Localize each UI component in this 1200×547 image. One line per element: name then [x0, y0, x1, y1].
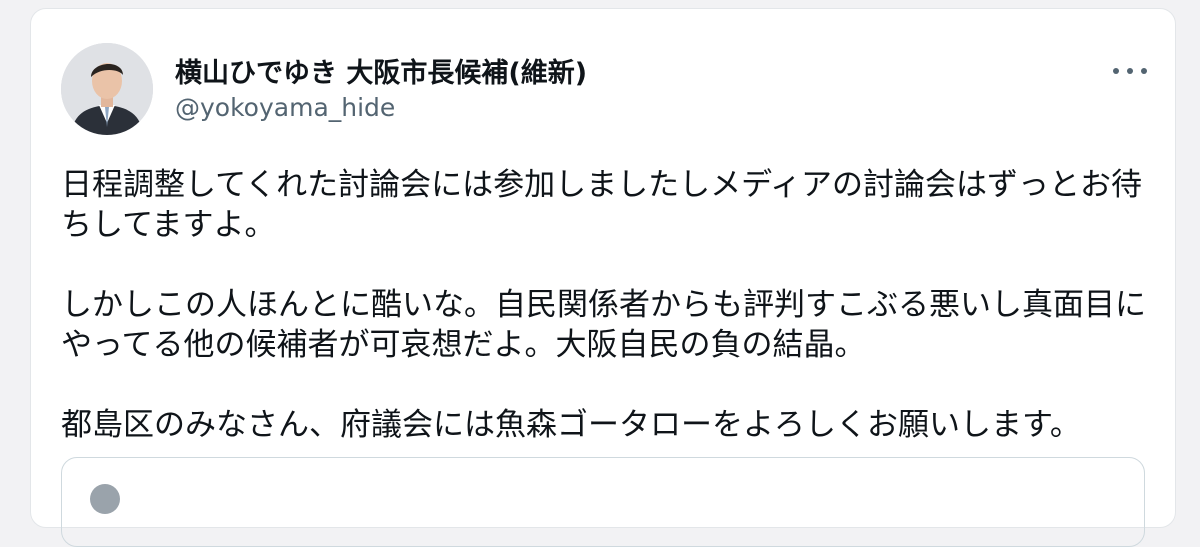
author-display-name[interactable]: 横山ひでゆき 大阪市長候補(維新)	[175, 51, 587, 90]
quoted-author-avatar	[90, 484, 120, 514]
more-options-button[interactable]	[1109, 59, 1151, 83]
quoted-tweet[interactable]	[61, 457, 1145, 547]
author-avatar[interactable]	[61, 43, 153, 135]
avatar-photo-icon	[61, 43, 153, 135]
more-horizontal-icon	[1113, 68, 1119, 74]
tweet-text: 日程調整してくれた討論会には参加しましたしメディアの討論会はずっとお待 ちしてま…	[61, 165, 1161, 445]
tweet-card: 横山ひでゆき 大阪市長候補(維新) @yokoyama_hide 日程調整してく…	[30, 8, 1176, 547]
more-horizontal-icon	[1141, 68, 1147, 74]
tweet-paragraph: 都島区のみなさん、府議会には魚森ゴータローをよろしくお願いします。	[61, 407, 1081, 443]
tweet-paragraph: しかしこの人ほんとに酷いな。自民関係者からも評判すこぶる悪いし真面目に やってる…	[61, 287, 1146, 363]
tweet-paragraph: 日程調整してくれた討論会には参加しましたしメディアの討論会はずっとお待 ちしてま…	[61, 167, 1142, 243]
more-horizontal-icon	[1127, 68, 1133, 74]
author-handle[interactable]: @yokoyama_hide	[175, 93, 395, 122]
